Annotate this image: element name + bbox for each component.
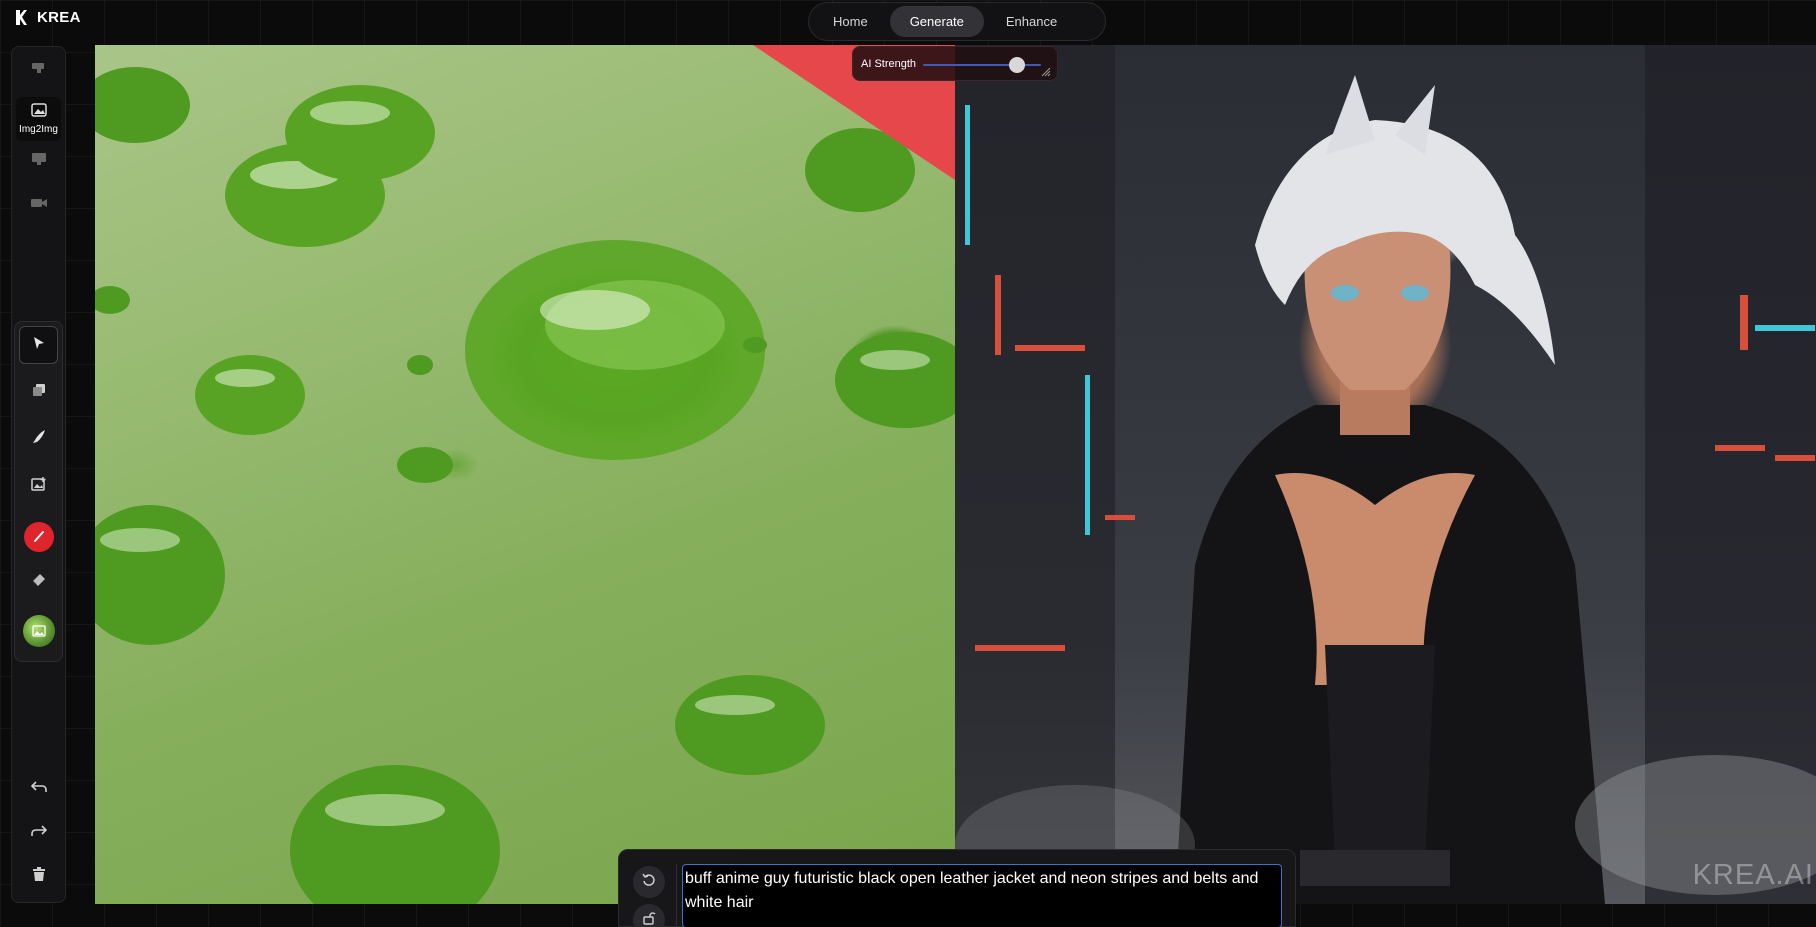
image-add-icon [30, 476, 47, 497]
resize-grip-icon[interactable] [1041, 64, 1051, 77]
tool-group [14, 321, 63, 662]
layers-tool[interactable] [19, 373, 58, 411]
select-tool[interactable] [19, 326, 58, 364]
brand[interactable]: KREA [14, 9, 81, 26]
select-cursor-icon [32, 336, 46, 355]
app-root: KREA Home Generate Enhance KREA.AI AI St… [0, 0, 1816, 927]
color-tool[interactable] [19, 518, 58, 556]
undo-icon [30, 780, 47, 798]
lock-seed-button[interactable] [633, 904, 665, 927]
monitor-icon [31, 152, 47, 171]
image-icon [30, 103, 47, 122]
krea-logo-icon [14, 9, 28, 26]
unlock-icon [642, 911, 656, 927]
trash-icon [32, 867, 46, 887]
pen-tool-icon [31, 60, 47, 79]
tab-generate[interactable]: Generate [889, 6, 984, 37]
eraser-tool[interactable] [19, 563, 58, 601]
output-canvas[interactable]: KREA.AI [955, 45, 1816, 904]
mode-video[interactable] [16, 187, 61, 223]
redo-icon [30, 824, 47, 842]
undo-button[interactable] [16, 771, 61, 807]
ai-strength-control: AI Strength [852, 46, 1058, 81]
tab-enhance[interactable]: Enhance [986, 6, 1077, 37]
left-sidebar: Img2Img [11, 46, 66, 903]
image-thumbnail-tool[interactable] [19, 612, 58, 650]
anime-character-image [955, 45, 1816, 904]
prompt-panel: buff anime guy futuristic black open lea… [618, 849, 1296, 927]
layers-icon [31, 382, 47, 403]
mode-img2img[interactable]: Img2Img [16, 97, 61, 141]
prompt-divider [676, 864, 677, 927]
add-image-tool[interactable] [19, 467, 58, 505]
refresh-icon [642, 873, 656, 892]
reset-prompt-button[interactable] [633, 866, 665, 898]
redo-button[interactable] [16, 815, 61, 851]
watermark: KREA.AI [1692, 859, 1814, 891]
delete-button[interactable] [16, 859, 61, 895]
mode-img2img-label: Img2Img [19, 124, 58, 135]
brush-tool[interactable] [19, 420, 58, 458]
color-picker-icon [23, 522, 54, 552]
top-nav: Home Generate Enhance [808, 2, 1106, 41]
ai-strength-slider-knob[interactable] [1009, 57, 1026, 73]
eraser-icon [31, 572, 47, 593]
brand-name: KREA [37, 9, 81, 26]
prompt-input[interactable]: buff anime guy futuristic black open lea… [682, 864, 1282, 927]
tab-home[interactable]: Home [813, 6, 888, 37]
brush-icon [31, 429, 47, 450]
mode-screen[interactable] [16, 143, 61, 179]
image-thumbnail-icon [22, 615, 55, 647]
mode-sketch[interactable] [16, 51, 61, 87]
video-camera-icon [30, 196, 48, 214]
ai-strength-label: AI Strength [861, 57, 917, 70]
